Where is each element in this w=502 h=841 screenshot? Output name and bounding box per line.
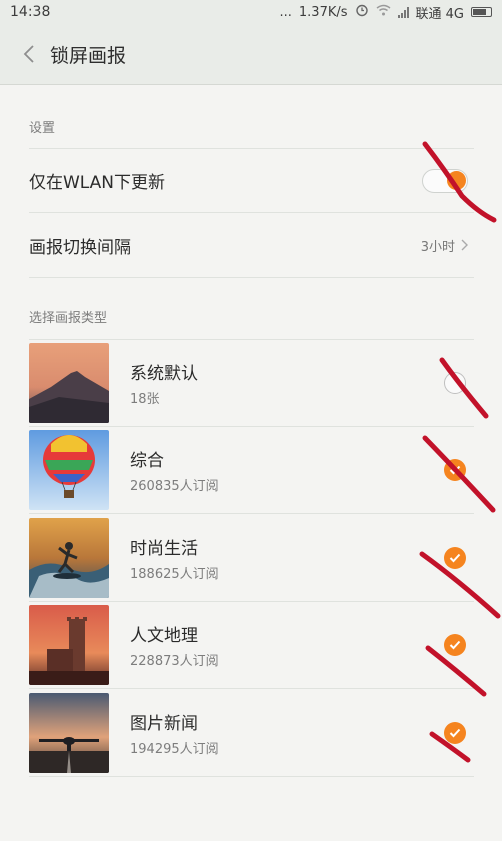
item-text: 系统默认 18张 [130, 359, 198, 407]
select-circle-unchecked[interactable] [444, 372, 466, 394]
status-bar: 14:38 ... 1.37K/s 联通 4G [0, 0, 502, 24]
status-indicators: ... 1.37K/s 联通 4G [279, 3, 492, 22]
network-speed: 1.37K/s [298, 4, 348, 20]
item-title: 时尚生活 [130, 538, 198, 559]
wlan-only-label: 仅在WLAN下更新 [29, 173, 166, 193]
page-title: 锁屏画报 [50, 44, 127, 67]
wifi-icon [376, 4, 391, 20]
item-subtitle: 188625人订阅 [130, 566, 219, 582]
interval-label: 画报切换间隔 [29, 237, 131, 258]
thumbnail-airplane-runway [29, 692, 109, 773]
status-time: 14:38 [10, 4, 51, 20]
list-item-fashion-life[interactable]: 时尚生活 188625人订阅 [29, 513, 474, 601]
checkmark-icon [449, 728, 461, 737]
wlan-only-row[interactable]: 仅在WLAN下更新 [29, 148, 474, 212]
chevron-left-icon [23, 45, 34, 63]
item-text: 时尚生活 188625人订阅 [130, 534, 219, 582]
item-title: 人文地理 [130, 626, 198, 646]
select-circle-checked[interactable] [444, 546, 466, 569]
item-title: 综合 [130, 451, 164, 471]
wlan-only-toggle[interactable] [422, 168, 468, 193]
item-text: 图片新闻 194295人订阅 [130, 709, 219, 757]
app-header: 锁屏画报 [0, 24, 502, 85]
thumbnail-castle-tower [29, 605, 109, 685]
item-subtitle: 260835人订阅 [130, 479, 219, 494]
item-title: 系统默认 [130, 364, 198, 384]
status-dots: ... [279, 4, 292, 20]
battery-icon [471, 7, 492, 17]
alarm-icon [355, 3, 369, 21]
item-subtitle: 194295人订阅 [130, 741, 219, 757]
chevron-right-icon [461, 239, 468, 251]
item-text: 综合 260835人订阅 [130, 446, 219, 494]
select-circle-checked[interactable] [444, 721, 466, 744]
toggle-knob [447, 170, 466, 190]
item-subtitle: 228873人订阅 [130, 654, 219, 669]
checkmark-icon [449, 640, 461, 650]
thumbnail-surfer [29, 517, 109, 598]
list-item-photo-news[interactable]: 图片新闻 194295人订阅 [29, 688, 474, 777]
checkmark-icon [449, 553, 461, 562]
select-circle-checked[interactable] [444, 634, 466, 656]
settings-section-label: 设置 [29, 121, 56, 136]
list-item-culture-geography[interactable]: 人文地理 228873人订阅 [29, 601, 474, 688]
types-section-label: 选择画报类型 [29, 311, 108, 326]
list-item-comprehensive[interactable]: 综合 260835人订阅 [29, 426, 474, 513]
back-button[interactable] [18, 43, 40, 65]
interval-value: 3小时 [420, 239, 455, 255]
item-subtitle: 18张 [130, 392, 160, 407]
item-title: 图片新闻 [130, 713, 198, 734]
item-text: 人文地理 228873人订阅 [130, 621, 219, 669]
list-item-system-default[interactable]: 系统默认 18张 [29, 339, 474, 426]
checkmark-icon [449, 465, 461, 475]
signal-icon [397, 6, 409, 18]
interval-row[interactable]: 画报切换间隔 3小时 [29, 212, 474, 278]
thumbnail-mountain-sunset [29, 343, 109, 423]
select-circle-checked[interactable] [444, 459, 466, 481]
carrier-label: 联通 4G [415, 6, 464, 22]
interval-value-group: 3小时 [421, 236, 468, 255]
thumbnail-hot-air-balloon [29, 430, 109, 510]
